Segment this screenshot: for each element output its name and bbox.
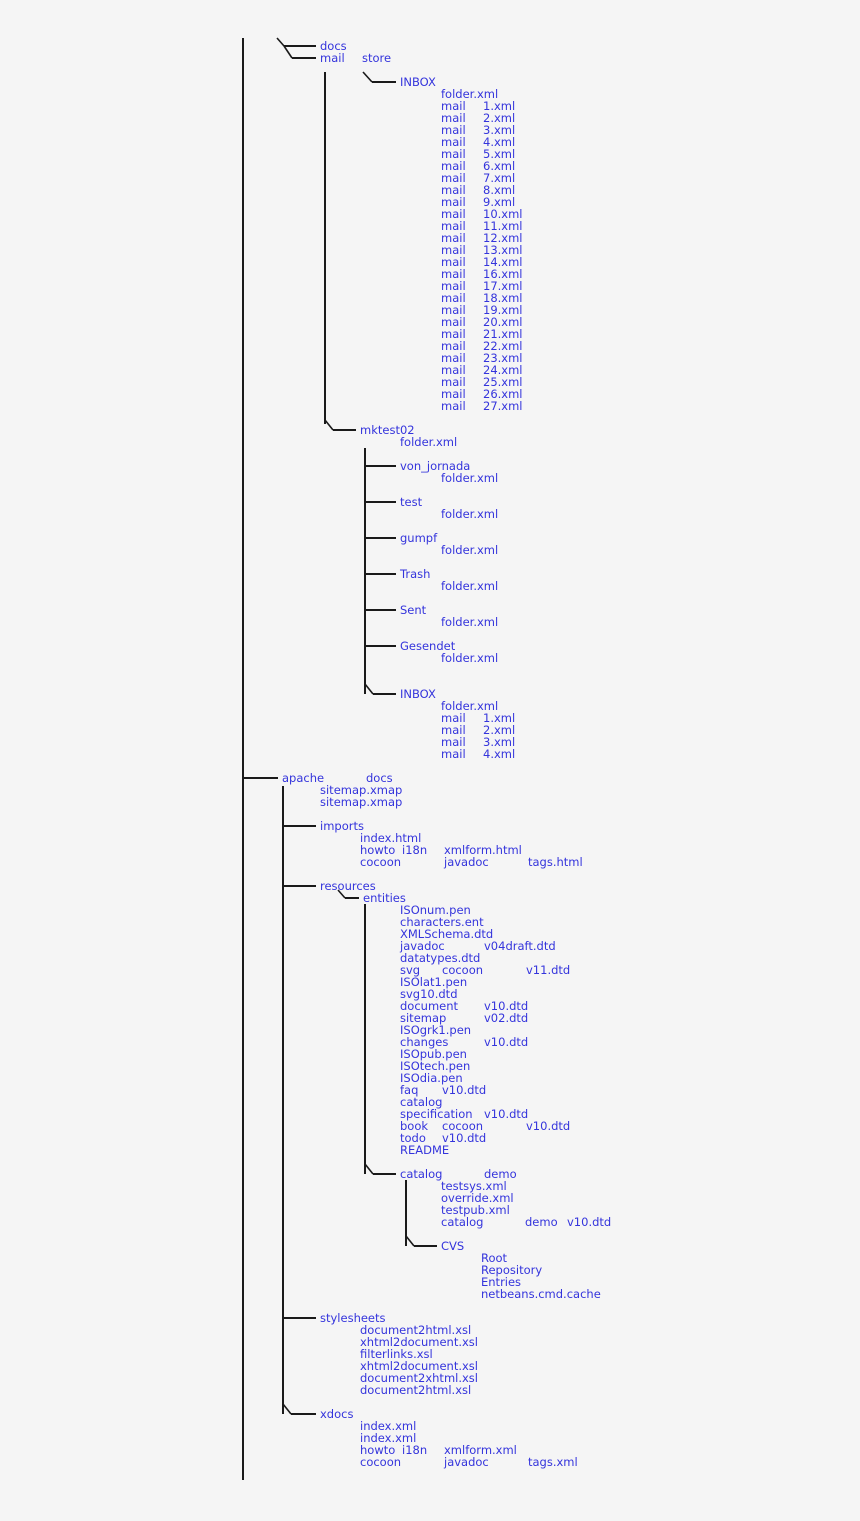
tree-node-label: apache: [282, 771, 325, 785]
tree-node-label: mail: [441, 747, 466, 761]
tree-node-label: mail: [441, 399, 466, 413]
tree-node-label: gumpf: [400, 531, 438, 545]
tree-node-label: catalog: [400, 1167, 443, 1181]
tree-node-label: netbeans.cmd.cache: [481, 1287, 601, 1301]
tree-node-label-part: i18n: [402, 843, 428, 857]
tree-node-label-part: i18n: [402, 1443, 428, 1457]
tree-node-label-part: v10.dtd: [526, 1119, 571, 1133]
tree-node-label: imports: [320, 819, 364, 833]
tree-node-label-part: v10.dtd: [442, 1083, 487, 1097]
tree-node-label: Trash: [400, 567, 431, 581]
tree-node-label: folder.xml: [441, 543, 499, 557]
tree-node-label-part: store: [362, 51, 392, 65]
tree-node-label-part: tags.html: [528, 855, 583, 869]
tree-node-label-part: javadoc: [444, 855, 489, 869]
tree-node-label-part: v10.dtd: [484, 1035, 529, 1049]
tree-node-label-part: demo: [525, 1215, 558, 1229]
tree-node-label: catalog: [441, 1215, 484, 1229]
tree-node-label: mail: [320, 51, 345, 65]
tree-node-label-part: v11.dtd: [526, 963, 571, 977]
tree-node-label: xdocs: [320, 1407, 354, 1421]
tree-node-label: README: [400, 1143, 450, 1157]
tree-node-label: Sent: [400, 603, 427, 617]
tree-node-label: CVS: [441, 1239, 465, 1253]
tree-node-label-part: javadoc: [444, 1455, 489, 1469]
tree-node-label: folder.xml: [441, 507, 499, 521]
tree-node-label: folder.xml: [441, 651, 499, 665]
tree-node-label-part: v10.dtd: [567, 1215, 612, 1229]
tree-node-label: folder.xml: [441, 615, 499, 629]
tree-node-label: INBOX: [400, 687, 436, 701]
tree-node-label: INBOX: [400, 75, 436, 89]
tree-node-label: folder.xml: [400, 435, 458, 449]
tree-node-label-part: 4.xml: [483, 747, 516, 761]
tree-node-label: document2html.xsl: [360, 1383, 472, 1397]
tree-node-label-part: v02.dtd: [484, 1011, 529, 1025]
tree-node-label-part: 27.xml: [483, 399, 523, 413]
tree-node-label-part: tags.xml: [528, 1455, 578, 1469]
tree-node-label: cocoon: [360, 855, 402, 869]
tree-node-list: docs mail store INBOX folder.xml mail 1.xml mai…: [0, 0, 860, 1521]
tree-node-label: test: [400, 495, 423, 509]
tree-node-label: cocoon: [360, 1455, 402, 1469]
tree-node-label-part: v04draft.dtd: [484, 939, 556, 953]
tree-node-label: folder.xml: [441, 471, 499, 485]
tree-node-label: sitemap.xmap: [320, 795, 403, 809]
tree-node-label: folder.xml: [441, 579, 499, 593]
tree-node-label-part: v10.dtd: [484, 1107, 529, 1121]
